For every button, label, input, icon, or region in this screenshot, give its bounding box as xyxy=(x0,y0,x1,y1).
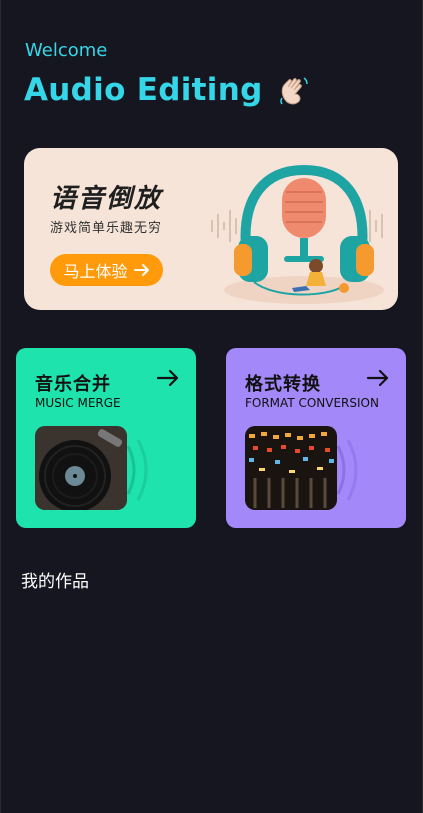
arrow-right-icon[interactable] xyxy=(156,366,180,390)
vinyl-record-image xyxy=(35,426,127,510)
music-merge-title: 音乐合并 xyxy=(35,374,111,395)
page-title: Audio Editing xyxy=(24,72,263,108)
banner-subtitle: 游戏简单乐趣无穷 xyxy=(50,221,163,236)
arrow-right-icon[interactable] xyxy=(366,366,390,390)
arrow-right-icon xyxy=(133,264,149,276)
header-title-row: Audio Editing xyxy=(24,72,313,108)
headphones-microphone-illustration xyxy=(211,164,384,304)
mixing-console-image xyxy=(245,426,337,510)
my-works-heading: 我的作品 xyxy=(21,572,89,592)
format-conversion-title: 格式转换 xyxy=(245,374,321,395)
welcome-text: Welcome xyxy=(25,40,108,61)
try-now-label: 马上体验 xyxy=(63,262,128,281)
reverse-audio-banner[interactable]: 语音倒放 游戏简单乐趣无穷 马上体验 xyxy=(24,148,398,310)
try-now-button[interactable]: 马上体验 xyxy=(50,254,163,286)
format-conversion-card[interactable]: 格式转换 FORMAT CONVERSION xyxy=(226,348,406,528)
waving-hand-icon xyxy=(279,77,308,105)
banner-title: 语音倒放 xyxy=(50,184,163,214)
music-merge-subtitle: MUSIC MERGE xyxy=(35,396,121,410)
music-merge-card[interactable]: 音乐合并 MUSIC MERGE xyxy=(16,348,196,528)
frame-edge-left xyxy=(0,0,1,813)
format-conversion-subtitle: FORMAT CONVERSION xyxy=(245,396,379,410)
